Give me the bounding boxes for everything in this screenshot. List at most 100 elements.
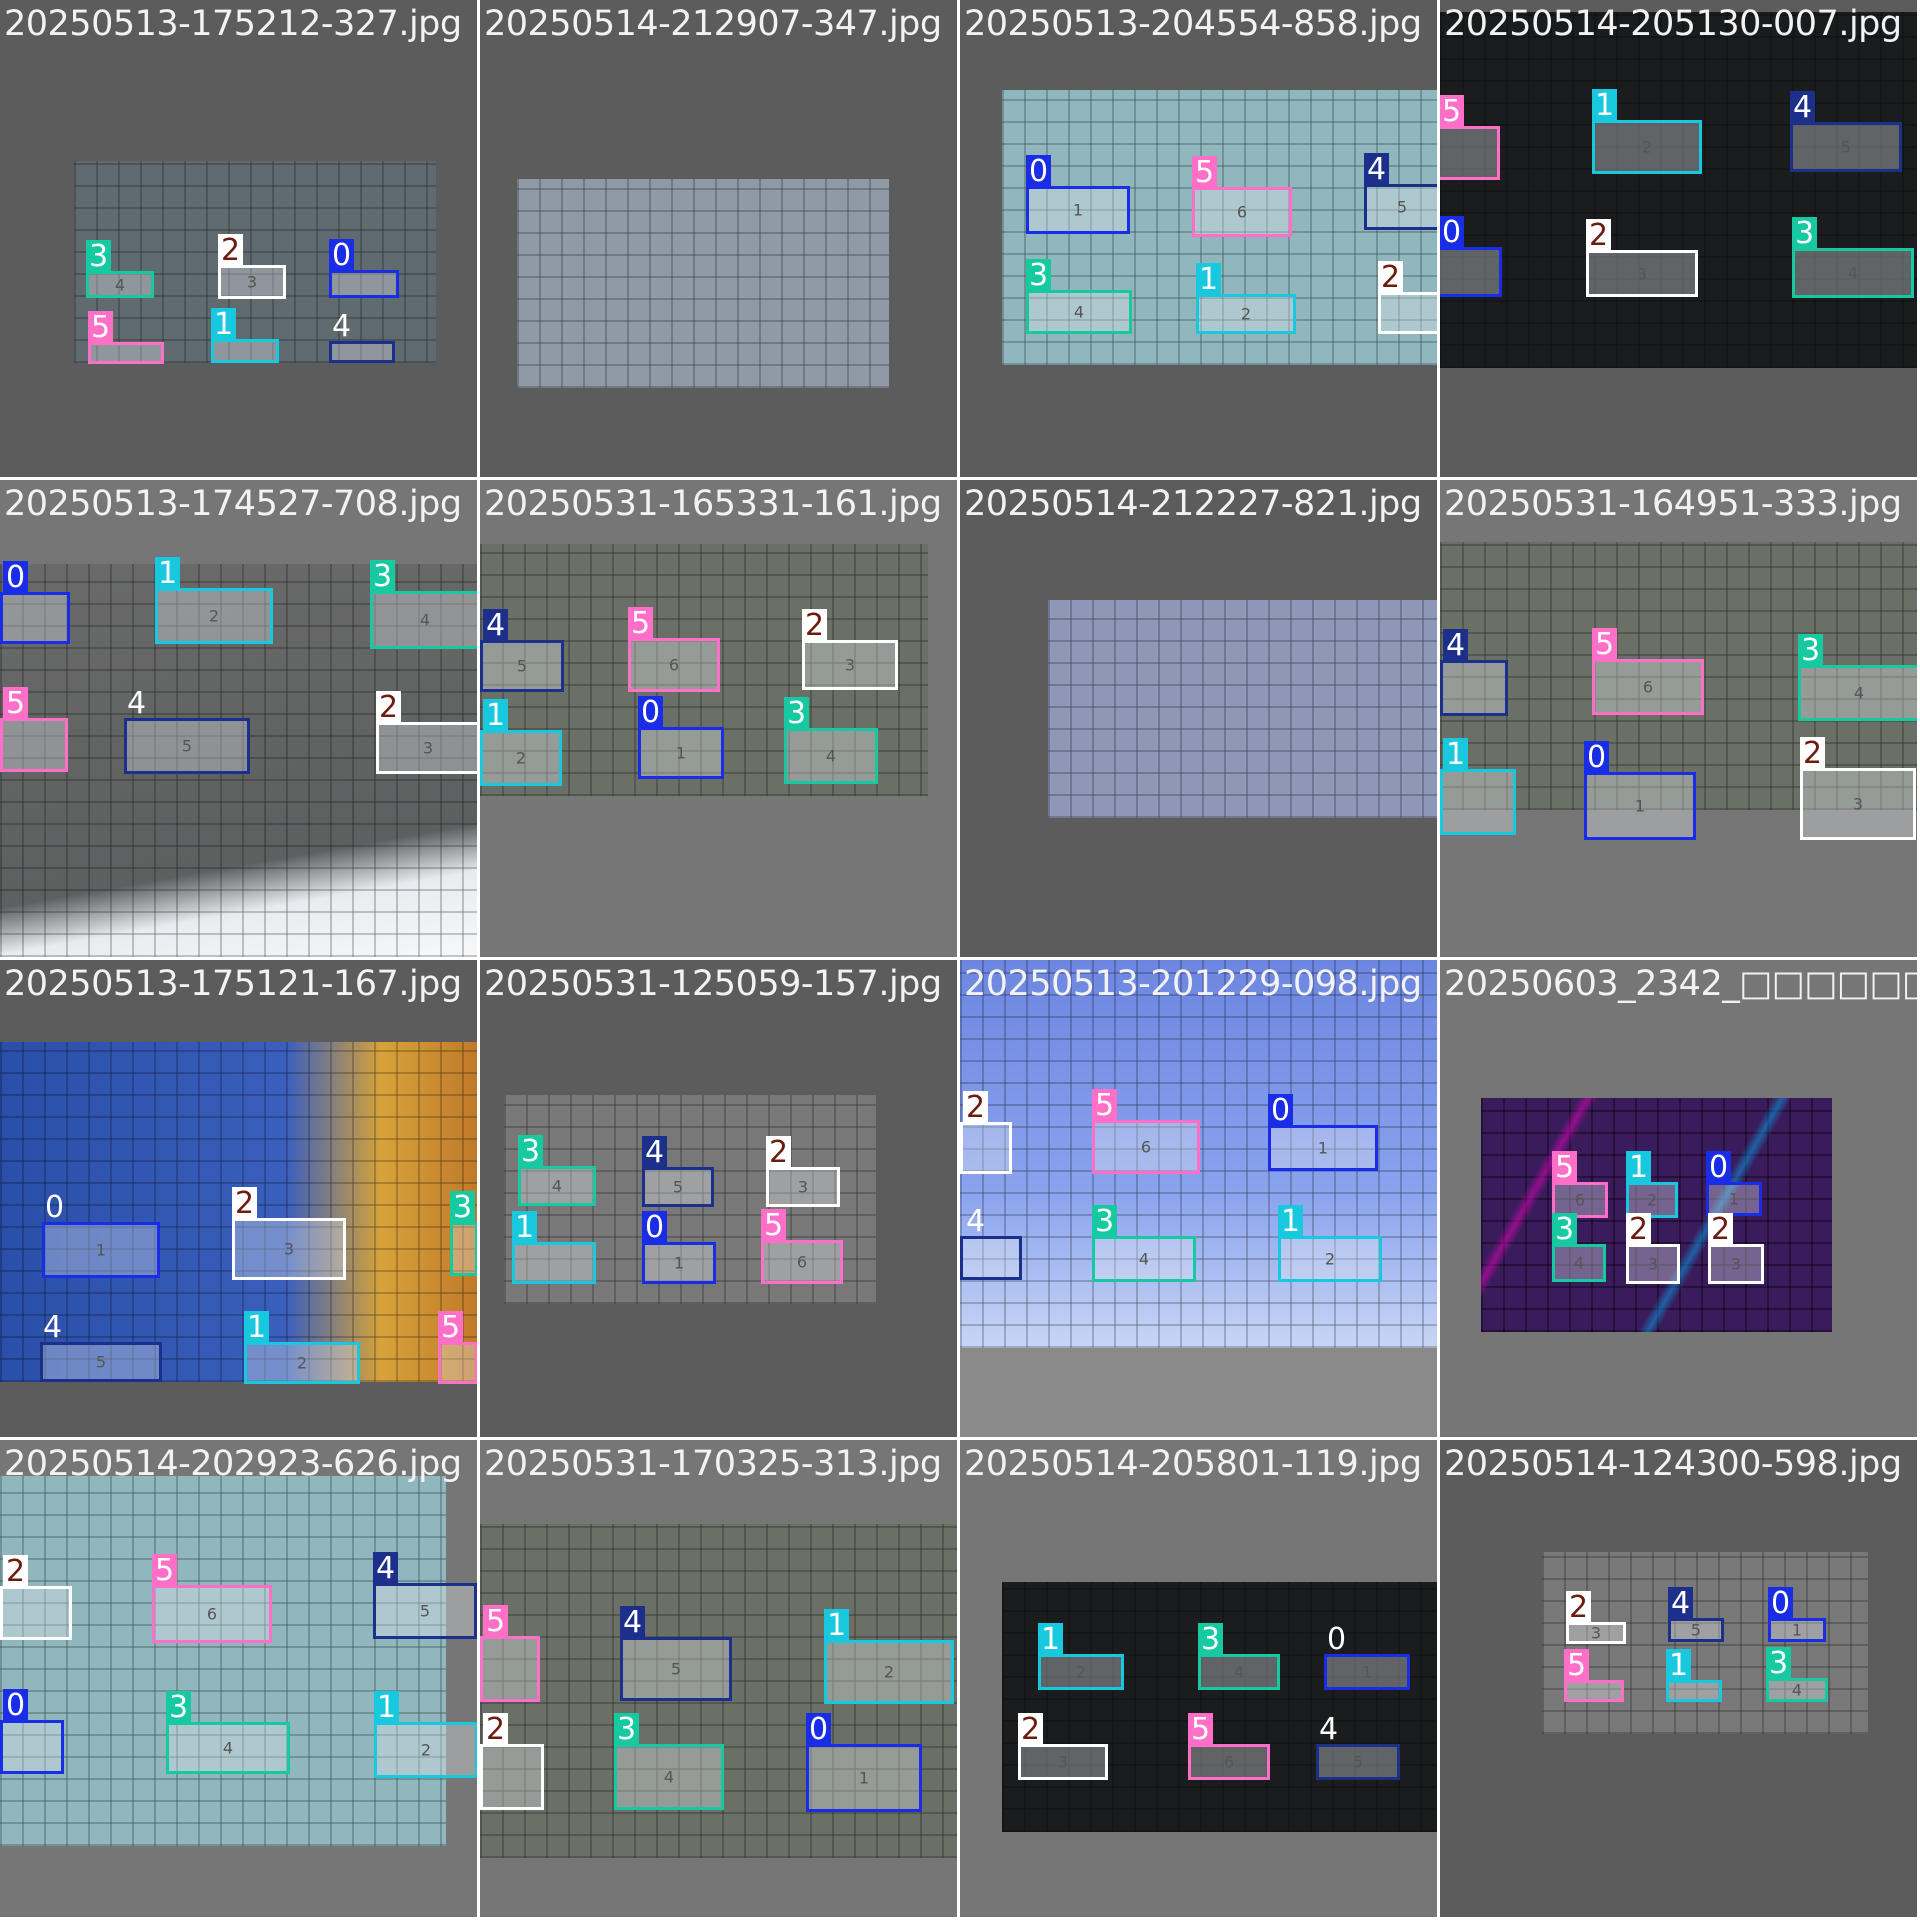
image-filename: 20250513-204554-858.jpg (964, 4, 1422, 44)
detection-box: 1 (1440, 738, 1516, 835)
detection-box: 23 (802, 609, 898, 690)
box-number: 4 (663, 1767, 675, 1787)
box-number: 6 (1140, 1137, 1152, 1157)
class-label: 5 (1440, 95, 1465, 129)
detection-box: 3 (450, 1191, 477, 1276)
image-filename: 20250514-212227-821.jpg (964, 484, 1422, 524)
detection-box: 45 (1790, 91, 1902, 172)
image-tile[interactable]: 20250603_2342_□□□□□□□ 56 12 01 34 23 23 (1440, 960, 1917, 1437)
detection-box: 12 (374, 1691, 477, 1778)
detection-box: 01 (638, 696, 724, 779)
class-label: 4 (127, 686, 147, 721)
image-filename: 20250514-205801-119.jpg (964, 1444, 1422, 1484)
class-label: 5 (483, 1605, 509, 1639)
detection-box: 23 (376, 691, 477, 774)
detection-box: 0 (0, 1689, 64, 1774)
box-number: 5 (95, 1352, 107, 1372)
class-label: 2 (218, 234, 244, 268)
detection-box: 34 (784, 697, 878, 784)
detection-box: 0 (1440, 216, 1502, 297)
image-tile[interactable]: 20250531-165331-161.jpg 45 56 23 12 01 3… (480, 480, 957, 957)
detection-box: 01 (1768, 1587, 1826, 1642)
box-number: 1 (1317, 1138, 1329, 1158)
detection-box: 12 (1278, 1205, 1382, 1282)
detection-box: 34 (1798, 634, 1917, 721)
class-label: 1 (374, 1691, 400, 1725)
class-label: 5 (1192, 156, 1218, 190)
class-label: 4 (332, 309, 352, 344)
image-filename: 20250531-164951-333.jpg (1444, 484, 1902, 524)
box-number: 4 (1138, 1249, 1150, 1269)
image-filename: 20250513-201229-098.jpg (964, 964, 1422, 1004)
class-label: 2 (963, 1091, 989, 1125)
detection-box: 12 (1592, 89, 1702, 174)
detection-box: 56 (1188, 1713, 1270, 1780)
class-label: 5 (1592, 628, 1618, 662)
image-filename: 20250513-175121-167.jpg (4, 964, 462, 1004)
detection-box: 12 (1038, 1623, 1124, 1690)
class-label: 3 (1552, 1213, 1578, 1247)
detection-box: 5 (480, 1605, 540, 1702)
detection-box: 56 (1192, 156, 1292, 237)
class-label: 0 (3, 561, 29, 595)
class-label: 0 (806, 1713, 832, 1747)
box-number: 5 (1396, 197, 1408, 217)
class-label: 2 (802, 609, 828, 643)
class-label: 3 (784, 697, 810, 731)
image-filename: 20250531-170325-313.jpg (484, 1444, 942, 1484)
detection-box: 45 (642, 1136, 714, 1207)
photo (517, 179, 889, 388)
image-tile[interactable]: 20250514-212227-821.jpg (960, 480, 1437, 957)
image-tile[interactable]: 20250514-212907-347.jpg (480, 0, 957, 477)
box-number: 4 (419, 610, 431, 630)
image-tile[interactable]: 20250513-175212-327.jpg 34 23 0 5 1 4 (0, 0, 477, 477)
detection-box: 1 (211, 308, 279, 363)
class-label: 1 (1038, 1623, 1064, 1657)
class-label: 4 (642, 1136, 668, 1170)
image-tile[interactable]: 20250531-164951-333.jpg 4 56 34 1 01 23 (1440, 480, 1917, 957)
detection-box: 4 (1440, 629, 1508, 716)
box-number: 2 (1240, 304, 1252, 324)
box-number: 1 (673, 1253, 685, 1273)
class-label: 4 (1319, 1712, 1339, 1747)
detection-box: 2 (960, 1091, 1012, 1174)
detection-box: 1 (1666, 1649, 1722, 1702)
class-label: 1 (244, 1311, 270, 1345)
class-label: 3 (1092, 1205, 1118, 1239)
box-number: 4 (1791, 1680, 1803, 1700)
box-number: 6 (1236, 202, 1248, 222)
class-label: 3 (518, 1135, 544, 1169)
box-number: 1 (675, 743, 687, 763)
image-tile[interactable]: 20250513-174527-708.jpg 0 12 34 5 45 23 (0, 480, 477, 957)
box-number: 6 (1642, 677, 1654, 697)
photo (1440, 12, 1917, 368)
class-label: 1 (512, 1211, 538, 1245)
box-number: 1 (95, 1240, 107, 1260)
photo (1002, 1582, 1437, 1832)
class-label: 5 (438, 1311, 464, 1345)
class-label: 0 (329, 239, 355, 273)
detection-box: 56 (1592, 628, 1704, 715)
image-filename: 20250531-125059-157.jpg (484, 964, 942, 1004)
image-tile[interactable]: 20250513-175121-167.jpg 01 23 3 45 12 5 (0, 960, 477, 1437)
class-label: 0 (1768, 1587, 1794, 1621)
image-tile[interactable]: 20250514-205130-007.jpg 5 12 45 0 23 34 (1440, 0, 1917, 477)
image-tile[interactable]: 20250531-170325-313.jpg 5 45 12 2 34 01 (480, 1440, 957, 1917)
class-label: 5 (1564, 1649, 1590, 1683)
image-tile[interactable]: 20250513-201229-098.jpg 2 56 01 4 34 12 (960, 960, 1437, 1437)
image-tile[interactable]: 20250514-124300-598.jpg 23 45 01 5 1 34 (1440, 1440, 1917, 1917)
photo (74, 161, 436, 363)
box-number: 1 (1791, 1620, 1803, 1640)
image-tile[interactable]: 20250531-125059-157.jpg 34 45 23 1 01 56 (480, 960, 957, 1437)
class-label: 1 (1278, 1205, 1304, 1239)
image-filename: 20250531-165331-161.jpg (484, 484, 942, 524)
box-number: 6 (668, 655, 680, 675)
image-filename: 20250514-205130-007.jpg (1444, 4, 1902, 44)
image-tile[interactable]: 20250514-202923-626.jpg 2 56 45 0 34 12 (0, 1440, 477, 1917)
class-label: 2 (766, 1136, 792, 1170)
image-tile[interactable]: 20250514-205801-119.jpg 12 34 01 23 56 4… (960, 1440, 1437, 1917)
detection-box: 12 (1196, 263, 1296, 334)
detection-box: 45 (620, 1606, 732, 1701)
image-filename: 20250514-212907-347.jpg (484, 4, 942, 44)
image-tile[interactable]: 20250513-204554-858.jpg 01 56 45 34 12 2 (960, 0, 1437, 477)
